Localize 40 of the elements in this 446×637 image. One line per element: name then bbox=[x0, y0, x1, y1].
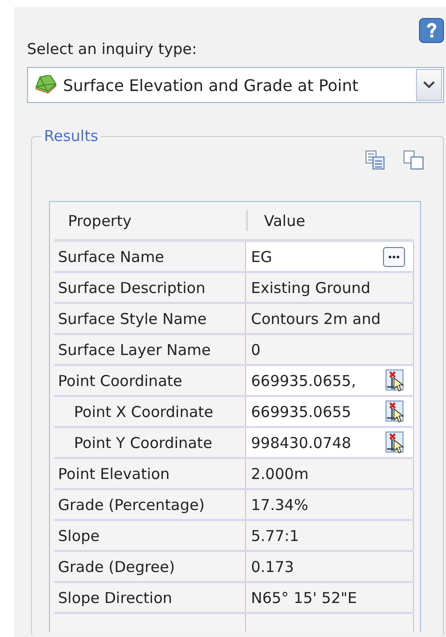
surface-icon bbox=[34, 75, 58, 95]
paste-icon[interactable] bbox=[403, 149, 425, 171]
property-cell: Grade (Degree) bbox=[54, 552, 246, 581]
value-cell[interactable]: EG bbox=[246, 242, 414, 271]
column-header[interactable]: Value bbox=[246, 210, 414, 231]
value-cell[interactable]: 998430.0748 bbox=[246, 428, 414, 457]
field-label: Select an inquiry type: bbox=[27, 39, 198, 60]
column-header[interactable]: Property bbox=[54, 202, 246, 239]
property-cell: Point Elevation bbox=[54, 459, 246, 488]
pick-point-icon[interactable] bbox=[385, 400, 405, 424]
value-text: N65° 15' 52"E bbox=[251, 588, 358, 606]
value-text: EG bbox=[251, 248, 274, 266]
property-cell: Grade (Percentage) bbox=[54, 490, 246, 519]
value-text: 0.173 bbox=[251, 558, 295, 576]
value-text: 0 bbox=[251, 340, 262, 358]
value-cell[interactable]: 669935.0655, bbox=[246, 366, 414, 395]
value-text: 17.34% bbox=[251, 496, 310, 514]
copy-icon[interactable] bbox=[365, 149, 387, 171]
value-text: Existing Ground bbox=[251, 278, 372, 296]
group-title: Results bbox=[43, 127, 100, 145]
value-text: 669935.0655 bbox=[251, 402, 352, 420]
property-cell: Surface Description bbox=[54, 273, 246, 302]
property-cell: Surface Layer Name bbox=[54, 335, 246, 364]
property-cell: Slope bbox=[54, 521, 246, 550]
help-icon[interactable] bbox=[419, 18, 444, 43]
ellipsis-button[interactable] bbox=[383, 246, 405, 266]
property-cell: Surface Style Name bbox=[54, 304, 246, 333]
value-text: 669935.0655, bbox=[251, 372, 357, 390]
value-text: 998430.0748 bbox=[251, 434, 352, 452]
property-cell: Slope Direction bbox=[54, 583, 246, 612]
pick-point-icon[interactable] bbox=[385, 430, 405, 454]
chevron-down-icon bbox=[423, 81, 435, 89]
pick-point-icon[interactable] bbox=[385, 368, 405, 392]
value-text: Contours 2m and bbox=[251, 310, 382, 328]
value-text: 5.77:1 bbox=[251, 526, 300, 544]
ellipsis-icon bbox=[388, 254, 400, 258]
value-text: 2.000m bbox=[251, 464, 310, 482]
inquiry-dropdown[interactable]: Surface Elevation and Grade at Point bbox=[27, 67, 444, 103]
dropdown-button[interactable] bbox=[416, 69, 442, 101]
value-cell[interactable]: 669935.0655 bbox=[246, 397, 414, 426]
